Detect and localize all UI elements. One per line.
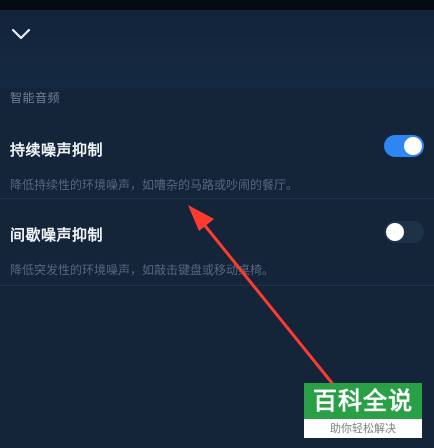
intermittent-noise-toggle[interactable]: [384, 221, 424, 243]
toggle-knob: [386, 223, 404, 241]
status-bar: [0, 0, 434, 10]
watermark-slogan: 助你轻松解决: [330, 422, 396, 435]
setting-title: 间歇噪声抑制: [10, 226, 104, 244]
divider: [0, 198, 434, 199]
continuous-noise-toggle[interactable]: [384, 135, 424, 157]
header: [0, 10, 434, 88]
watermark-logo: 百科全说 助你轻松解决: [304, 383, 422, 438]
watermark-brand: 百科全说: [304, 383, 422, 419]
divider: [0, 285, 434, 286]
section-title: 智能音频: [10, 91, 61, 105]
toggle-knob: [404, 137, 422, 155]
setting-description: 降低持续性的环境噪声，如嘈杂的马路或吵闹的餐厅。: [10, 178, 299, 192]
setting-title: 持续噪声抑制: [10, 141, 104, 159]
chevron-down-icon[interactable]: [9, 24, 33, 44]
setting-description: 降低突发性的环境噪声，如敲击键盘或移动桌椅。: [10, 263, 275, 277]
